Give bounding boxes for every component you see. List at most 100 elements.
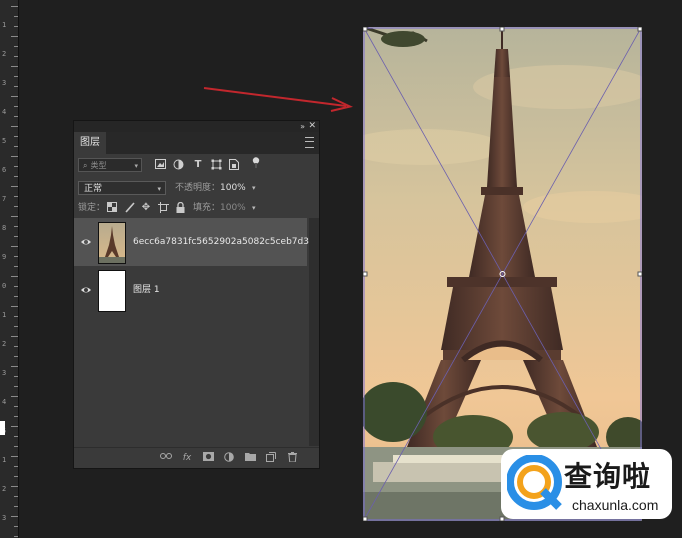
ruler-tick <box>11 126 18 127</box>
lock-label: 锁定： <box>78 203 106 213</box>
group-folder-icon[interactable] <box>244 452 256 464</box>
ruler-tick <box>14 436 18 437</box>
close-panel-icon[interactable]: ✕ <box>308 121 316 132</box>
ruler-tick <box>14 406 18 407</box>
ruler-number: 7 <box>2 195 7 203</box>
ruler-tick <box>14 116 18 117</box>
ruler-guide-marker <box>0 421 5 435</box>
ruler-number: 1 <box>2 21 7 29</box>
lock-all-icon[interactable] <box>174 201 186 214</box>
ruler-tick <box>14 286 18 287</box>
layer-name[interactable]: 图层 1 <box>133 283 160 297</box>
ruler-tick <box>14 356 18 357</box>
lock-image-pixels-icon[interactable] <box>124 202 136 214</box>
ruler-tick <box>11 336 18 337</box>
vertical-ruler[interactable]: 123456789012345123 <box>0 0 19 538</box>
ruler-tick <box>11 516 18 517</box>
ruler-tick <box>14 416 18 417</box>
trash-icon[interactable] <box>286 452 298 464</box>
ruler-tick <box>14 386 18 387</box>
ruler-tick <box>14 496 18 497</box>
opacity-value[interactable]: 100% <box>220 181 246 195</box>
link-layers-icon[interactable] <box>160 452 172 464</box>
layer-filter-select[interactable]: ⌕ 类型 ▾ <box>78 158 142 172</box>
chevron-down-icon: ▾ <box>134 162 138 170</box>
panel-title-bar[interactable]: » ✕ <box>74 121 319 132</box>
layer-filter-row: ⌕ 类型 ▾ T <box>74 154 319 176</box>
ruler-number: 2 <box>2 50 7 58</box>
visibility-eye-icon[interactable] <box>80 284 92 296</box>
image-filter-icon[interactable] <box>154 159 166 171</box>
ruler-number: 3 <box>2 79 7 87</box>
ruler-tick <box>14 16 18 17</box>
layer-row-photo[interactable]: 6ecc6a7831fc5652902a5082c5ceb7d3 <box>74 218 309 266</box>
chevron-down-icon: ▾ <box>157 185 161 193</box>
ruler-tick <box>14 76 18 77</box>
ruler-tick <box>14 376 18 377</box>
ruler-tick <box>14 256 18 257</box>
ruler-number: 2 <box>2 340 7 348</box>
panel-menu-icon[interactable] <box>305 137 314 148</box>
ruler-tick <box>14 86 18 87</box>
ruler-tick <box>14 146 18 147</box>
fill-value[interactable]: 100% <box>220 201 246 215</box>
tab-layers[interactable]: 图层 <box>74 132 106 154</box>
ruler-tick <box>14 316 18 317</box>
watermark-url: chaxunla.com <box>572 497 659 513</box>
new-layer-icon[interactable] <box>265 452 277 464</box>
ruler-tick <box>14 506 18 507</box>
layer-name[interactable]: 6ecc6a7831fc5652902a5082c5ceb7d3 <box>133 235 309 249</box>
chevron-down-icon[interactable]: ▾ <box>252 201 256 215</box>
layer-thumbnail-white <box>98 270 126 312</box>
ruler-tick <box>11 96 18 97</box>
filter-toggle-icon[interactable] <box>250 157 262 169</box>
lock-transparent-pixels-icon[interactable] <box>106 202 118 214</box>
layer-thumbnail-photo <box>98 222 126 264</box>
ruler-number: 0 <box>2 282 7 290</box>
ruler-tick <box>14 166 18 167</box>
opacity-label: 不透明度： <box>175 183 221 193</box>
ruler-tick <box>11 6 18 7</box>
ruler-tick <box>14 196 18 197</box>
layers-scrollbar[interactable] <box>309 218 319 446</box>
red-arrow-annotation <box>203 87 354 112</box>
watermark-title: 查询啦 <box>564 460 652 493</box>
ruler-tick <box>14 266 18 267</box>
adjustment-layer-icon[interactable] <box>223 452 235 464</box>
ruler-tick <box>14 526 18 527</box>
collapse-panel-icon[interactable]: » <box>300 121 305 132</box>
ruler-number: 6 <box>2 166 7 174</box>
lock-row: 锁定： ✥ 填充： 100% ▾ <box>74 200 319 218</box>
ruler-tick <box>14 136 18 137</box>
ruler-tick <box>14 46 18 47</box>
ruler-tick <box>14 226 18 227</box>
ruler-tick <box>11 36 18 37</box>
lock-artboard-icon[interactable] <box>157 202 169 214</box>
lock-position-icon[interactable]: ✥ <box>140 202 152 214</box>
ruler-number: 3 <box>2 369 7 377</box>
ruler-tick <box>11 216 18 217</box>
type-filter-icon[interactable]: T <box>192 159 204 171</box>
ruler-tick <box>11 426 18 427</box>
shape-filter-icon[interactable] <box>210 159 222 171</box>
blend-row: 正常 ▾ 不透明度： 100% ▾ <box>74 178 319 198</box>
chevron-down-icon[interactable]: ▾ <box>252 181 256 195</box>
fx-icon[interactable]: fx <box>181 452 193 464</box>
ruler-number: 1 <box>2 456 7 464</box>
panel-tabs: 图层 <box>74 132 319 154</box>
ruler-number: 9 <box>2 253 7 261</box>
ruler-tick <box>14 326 18 327</box>
smart-object-filter-icon[interactable] <box>228 159 240 171</box>
ruler-tick <box>11 186 18 187</box>
ruler-tick <box>14 236 18 237</box>
fill-label: 填充： <box>193 203 221 213</box>
ruler-tick <box>14 476 18 477</box>
layer-row-1[interactable]: 图层 1 <box>74 266 307 314</box>
visibility-eye-icon[interactable] <box>80 236 92 248</box>
layers-panel: » ✕ 图层 ⌕ 类型 ▾ T 正常 ▾ 不透明度： 100% ▾ 锁定： ✥ … <box>73 120 320 469</box>
mask-icon[interactable] <box>202 452 214 464</box>
ruler-tick <box>11 456 18 457</box>
blend-mode-select[interactable]: 正常 ▾ <box>78 181 166 195</box>
adjustment-filter-icon[interactable] <box>172 159 184 171</box>
canvas-photo-eiffel-tower[interactable] <box>363 27 642 521</box>
